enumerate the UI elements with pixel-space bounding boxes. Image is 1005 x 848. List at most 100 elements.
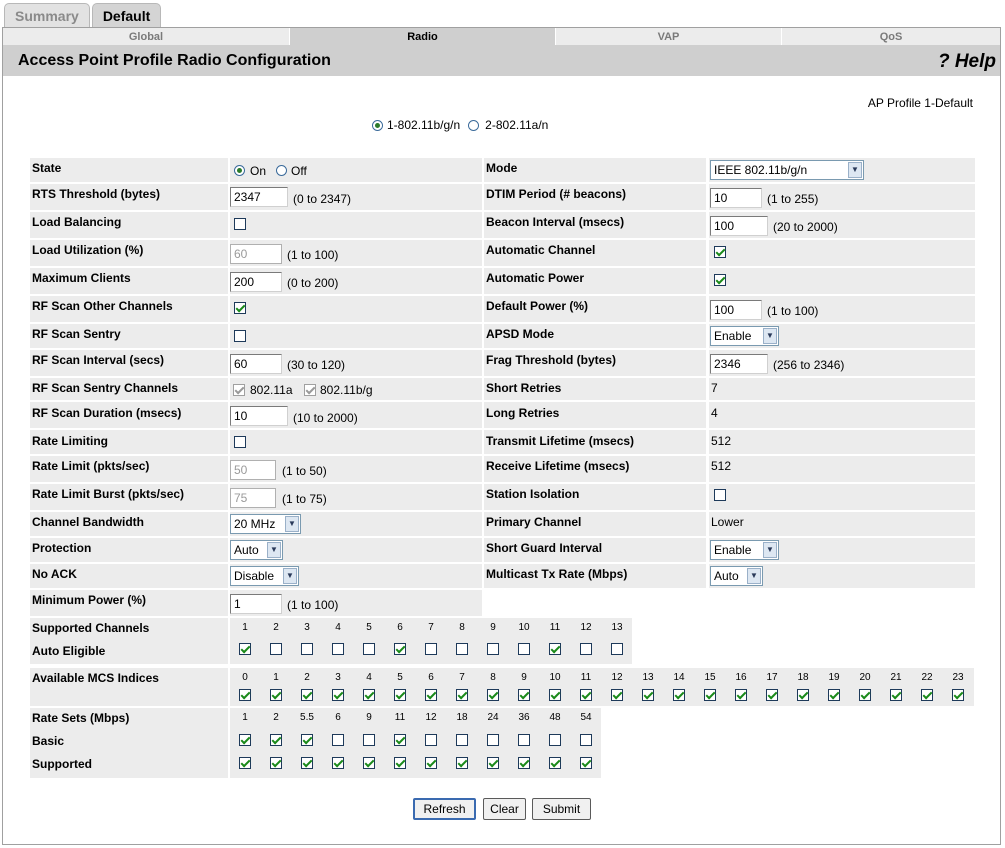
tab-qos[interactable]: QoS [782, 28, 1000, 45]
basic-rate-checkbox[interactable] [332, 734, 344, 746]
submit-button[interactable]: Submit [532, 798, 591, 820]
supported-rate-checkbox[interactable] [363, 757, 375, 769]
tab-vap[interactable]: VAP [556, 28, 782, 45]
mcast-rate-select[interactable]: Auto ▼ [710, 566, 763, 586]
channel-eligible-checkbox[interactable] [301, 643, 313, 655]
mcs-checkbox[interactable] [828, 689, 840, 701]
radio-1-button[interactable] [372, 119, 383, 131]
mcs-checkbox[interactable] [704, 689, 716, 701]
chevron-down-icon[interactable]: ▼ [267, 542, 281, 558]
channel-eligible-checkbox[interactable] [363, 643, 375, 655]
radio-2-button[interactable] [468, 119, 480, 131]
mcs-checkbox[interactable] [673, 689, 685, 701]
mode-select[interactable]: IEEE 802.11b/g/n ▼ [710, 160, 864, 180]
channel-eligible-checkbox[interactable] [332, 643, 344, 655]
channel-eligible-checkbox[interactable] [611, 643, 623, 655]
min-power-input[interactable]: 1 [230, 594, 282, 614]
apsd-select[interactable]: Enable ▼ [710, 326, 779, 346]
clear-button[interactable]: Clear [483, 798, 526, 820]
channel-eligible-checkbox[interactable] [518, 643, 530, 655]
supported-rate-checkbox[interactable] [456, 757, 468, 769]
basic-rate-checkbox[interactable] [456, 734, 468, 746]
mcs-checkbox[interactable] [766, 689, 778, 701]
chevron-down-icon[interactable]: ▼ [285, 516, 299, 532]
mcs-checkbox[interactable] [456, 689, 468, 701]
basic-rate-checkbox[interactable] [270, 734, 282, 746]
mcs-checkbox[interactable] [518, 689, 530, 701]
help-link[interactable]: ? Help [938, 51, 996, 73]
channel-bandwidth-select[interactable]: 20 MHz ▼ [230, 514, 301, 534]
channel-eligible-checkbox[interactable] [456, 643, 468, 655]
sgi-select[interactable]: Enable ▼ [710, 540, 779, 560]
auto-power-checkbox[interactable] [714, 274, 726, 286]
tab-radio[interactable]: Radio [290, 28, 556, 45]
station-isolation-checkbox[interactable] [714, 489, 726, 501]
mcs-checkbox[interactable] [394, 689, 406, 701]
supported-rate-checkbox[interactable] [394, 757, 406, 769]
mcs-checkbox[interactable] [642, 689, 654, 701]
no-ack-select[interactable]: Disable ▼ [230, 566, 299, 586]
chevron-down-icon[interactable]: ▼ [763, 542, 777, 558]
tab-default[interactable]: Default [91, 3, 162, 27]
supported-rate-checkbox[interactable] [518, 757, 530, 769]
supported-rate-checkbox[interactable] [239, 757, 251, 769]
auto-channel-checkbox[interactable] [714, 246, 726, 258]
mcs-checkbox[interactable] [580, 689, 592, 701]
channel-eligible-checkbox[interactable] [549, 643, 561, 655]
supported-rate-checkbox[interactable] [425, 757, 437, 769]
max-clients-input[interactable]: 200 [230, 272, 282, 292]
rf-scan-duration-input[interactable]: 10 [230, 406, 288, 426]
mcs-checkbox[interactable] [921, 689, 933, 701]
basic-rate-checkbox[interactable] [239, 734, 251, 746]
mcs-checkbox[interactable] [611, 689, 623, 701]
state-on-radio[interactable] [234, 165, 245, 176]
rts-input[interactable]: 2347 [230, 187, 288, 207]
mcs-checkbox[interactable] [270, 689, 282, 701]
chevron-down-icon[interactable]: ▼ [283, 568, 297, 584]
basic-rate-checkbox[interactable] [487, 734, 499, 746]
mcs-checkbox[interactable] [549, 689, 561, 701]
supported-rate-checkbox[interactable] [332, 757, 344, 769]
channel-eligible-checkbox[interactable] [239, 643, 251, 655]
basic-rate-checkbox[interactable] [580, 734, 592, 746]
mcs-checkbox[interactable] [363, 689, 375, 701]
load-balancing-checkbox[interactable] [234, 218, 246, 230]
mcs-checkbox[interactable] [797, 689, 809, 701]
channel-eligible-checkbox[interactable] [487, 643, 499, 655]
rf-scan-interval-input[interactable]: 60 [230, 354, 282, 374]
supported-rate-checkbox[interactable] [301, 757, 313, 769]
frag-input[interactable]: 2346 [710, 354, 768, 374]
supported-rate-checkbox[interactable] [580, 757, 592, 769]
mcs-checkbox[interactable] [890, 689, 902, 701]
chevron-down-icon[interactable]: ▼ [763, 328, 777, 344]
rf-scan-other-checkbox[interactable] [234, 302, 246, 314]
mcs-checkbox[interactable] [735, 689, 747, 701]
mcs-checkbox[interactable] [425, 689, 437, 701]
mcs-checkbox[interactable] [952, 689, 964, 701]
chevron-down-icon[interactable]: ▼ [747, 568, 761, 584]
supported-rate-checkbox[interactable] [270, 757, 282, 769]
channel-eligible-checkbox[interactable] [425, 643, 437, 655]
refresh-button[interactable]: Refresh [413, 798, 476, 820]
channel-eligible-checkbox[interactable] [270, 643, 282, 655]
rate-limiting-checkbox[interactable] [234, 436, 246, 448]
chevron-down-icon[interactable]: ▼ [848, 162, 862, 178]
basic-rate-checkbox[interactable] [518, 734, 530, 746]
mcs-checkbox[interactable] [332, 689, 344, 701]
channel-eligible-checkbox[interactable] [580, 643, 592, 655]
rf-scan-sentry-checkbox[interactable] [234, 330, 246, 342]
basic-rate-checkbox[interactable] [425, 734, 437, 746]
basic-rate-checkbox[interactable] [549, 734, 561, 746]
mcs-checkbox[interactable] [239, 689, 251, 701]
supported-rate-checkbox[interactable] [549, 757, 561, 769]
mcs-checkbox[interactable] [859, 689, 871, 701]
basic-rate-checkbox[interactable] [394, 734, 406, 746]
protection-select[interactable]: Auto ▼ [230, 540, 283, 560]
basic-rate-checkbox[interactable] [301, 734, 313, 746]
tab-summary[interactable]: Summary [4, 3, 90, 27]
basic-rate-checkbox[interactable] [363, 734, 375, 746]
mcs-checkbox[interactable] [487, 689, 499, 701]
dtim-input[interactable]: 10 [710, 188, 762, 208]
supported-rate-checkbox[interactable] [487, 757, 499, 769]
tab-global[interactable]: Global [3, 28, 290, 45]
